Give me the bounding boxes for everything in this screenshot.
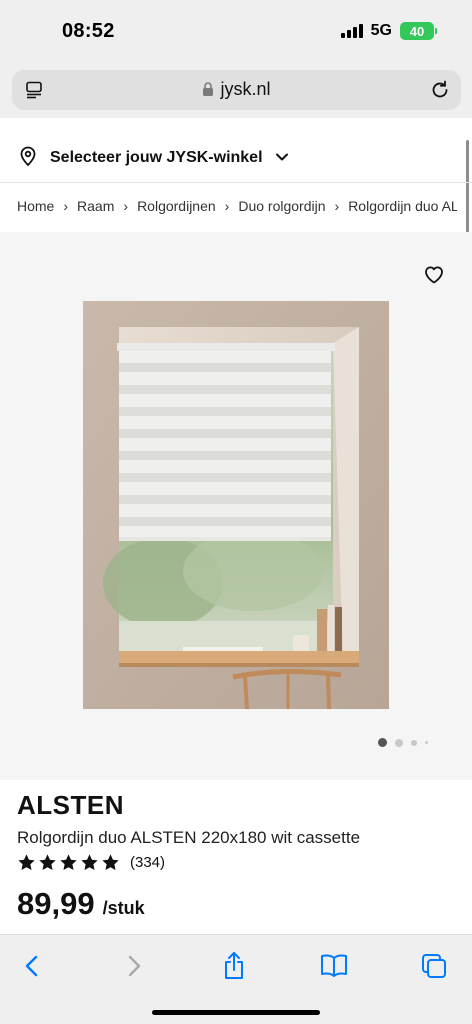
gallery-pagination[interactable] bbox=[378, 738, 428, 747]
star-icon bbox=[60, 854, 77, 871]
location-pin-icon bbox=[18, 145, 38, 172]
gallery-dot[interactable] bbox=[395, 738, 403, 747]
chevron-right-icon: › bbox=[334, 198, 340, 214]
gallery-dot[interactable] bbox=[425, 741, 428, 744]
chevron-right-icon: › bbox=[123, 198, 129, 214]
browser-toolbar bbox=[0, 934, 472, 1024]
status-bar: 08:52 5G 40 bbox=[0, 0, 472, 62]
price-unit: /stuk bbox=[102, 898, 145, 918]
battery-level: 40 bbox=[409, 23, 425, 39]
breadcrumb: Home › Raam › Rolgordijnen › Duo rolgord… bbox=[17, 198, 457, 214]
breadcrumb-home[interactable]: Home bbox=[17, 198, 54, 214]
tabs-icon[interactable] bbox=[419, 951, 449, 981]
web-page: Selecteer jouw JYSK-winkel Home › Raam ›… bbox=[0, 118, 472, 934]
product-rating[interactable]: (334) bbox=[17, 853, 165, 872]
signal-icon bbox=[340, 24, 363, 38]
reload-icon[interactable] bbox=[429, 79, 451, 101]
gallery-dot[interactable] bbox=[411, 739, 417, 746]
lock-icon bbox=[202, 81, 214, 102]
home-indicator[interactable] bbox=[152, 1010, 320, 1015]
status-indicators: 5G 40 bbox=[340, 22, 437, 40]
star-icon bbox=[102, 854, 119, 871]
url-text: jysk.nl bbox=[220, 79, 271, 99]
network-type: 5G bbox=[370, 22, 392, 39]
url-display[interactable]: jysk.nl bbox=[12, 79, 461, 102]
scroll-indicator bbox=[466, 140, 469, 240]
price-value: 89,99 bbox=[17, 886, 95, 921]
star-icon bbox=[81, 854, 98, 871]
browser-address-area: jysk.nl bbox=[0, 62, 472, 118]
store-selector-label: Selecteer jouw JYSK-winkel bbox=[50, 149, 263, 166]
gallery-dot-active[interactable] bbox=[378, 738, 387, 747]
divider bbox=[0, 182, 472, 183]
chevron-down-icon bbox=[275, 149, 289, 167]
star-icon bbox=[18, 854, 35, 871]
status-time: 08:52 bbox=[62, 20, 115, 42]
product-gallery[interactable] bbox=[0, 232, 472, 780]
share-icon[interactable] bbox=[219, 951, 249, 981]
battery-icon: 40 bbox=[400, 22, 437, 40]
store-selector[interactable]: Selecteer jouw JYSK-winkel bbox=[18, 138, 289, 178]
breadcrumb-raam[interactable]: Raam bbox=[77, 198, 114, 214]
star-icon bbox=[39, 854, 56, 871]
product-image[interactable] bbox=[83, 301, 389, 710]
chevron-right-icon: › bbox=[224, 198, 230, 214]
review-count[interactable]: (334) bbox=[130, 854, 165, 871]
product-brand: ALSTEN bbox=[17, 790, 124, 820]
chevron-right-icon: › bbox=[63, 198, 69, 214]
favorite-heart-icon[interactable] bbox=[422, 262, 446, 286]
back-icon[interactable] bbox=[17, 951, 47, 981]
forward-icon[interactable] bbox=[119, 951, 149, 981]
breadcrumb-current: Rolgordijn duo ALSTEN bbox=[348, 198, 457, 214]
breadcrumb-rolgordijnen[interactable]: Rolgordijnen bbox=[137, 198, 216, 214]
product-price: 89,99 /stuk bbox=[17, 886, 145, 922]
address-bar[interactable]: jysk.nl bbox=[12, 70, 461, 110]
product-title: Rolgordijn duo ALSTEN 220x180 wit casset… bbox=[17, 828, 361, 847]
breadcrumb-duo-rolgordijn[interactable]: Duo rolgordijn bbox=[238, 198, 325, 214]
bookmarks-icon[interactable] bbox=[319, 951, 349, 981]
